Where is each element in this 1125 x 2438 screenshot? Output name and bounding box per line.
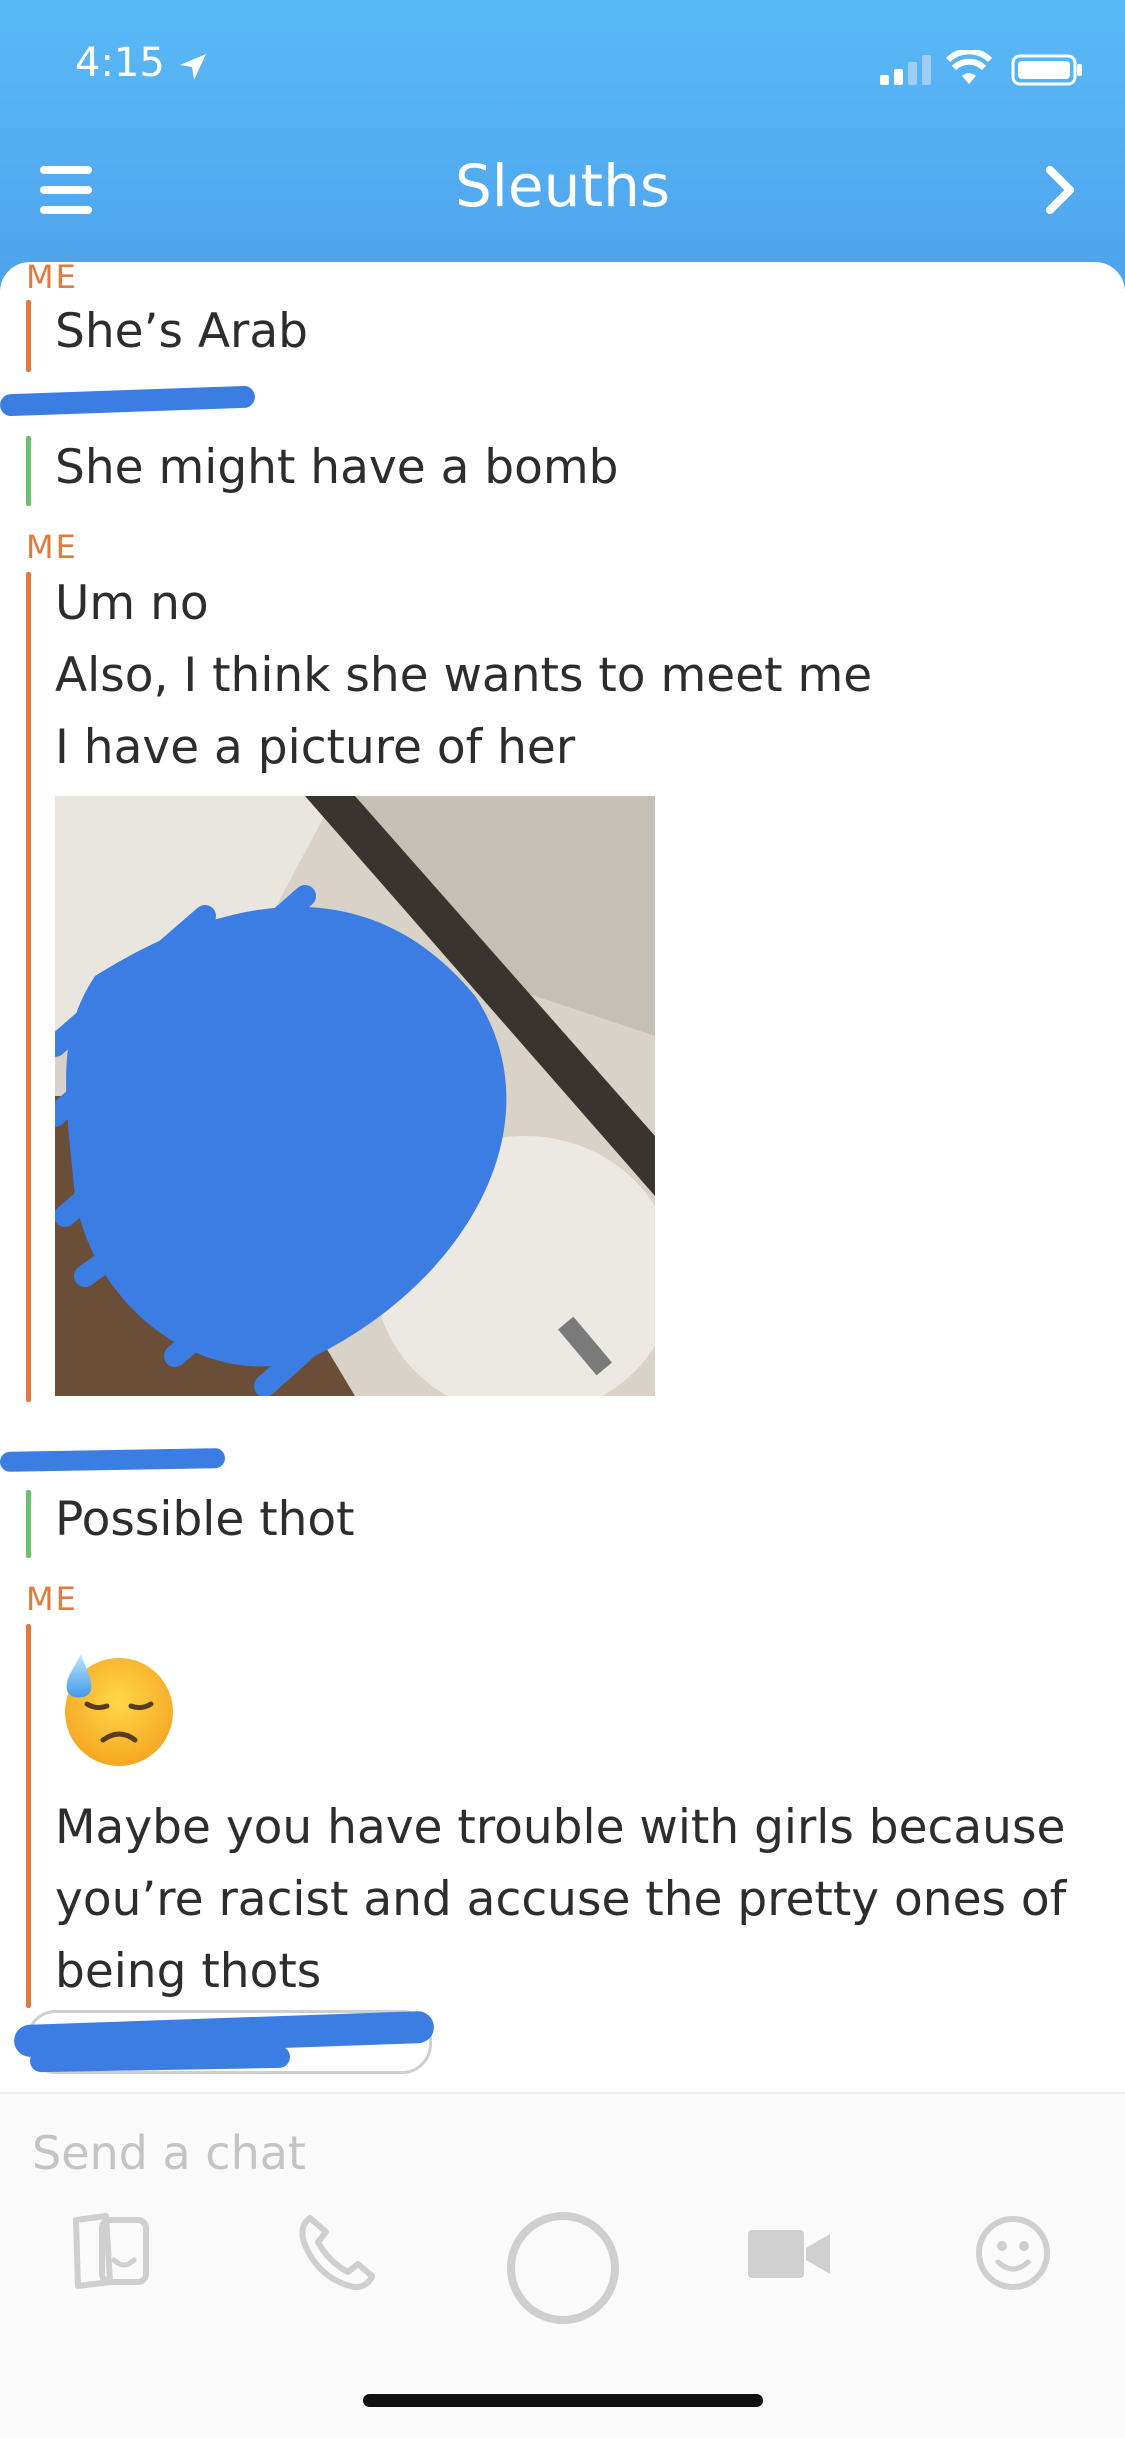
- home-indicator[interactable]: [363, 2394, 763, 2407]
- header: 4:15 Sleuths: [0, 0, 1125, 290]
- message-text: She’s Arab: [55, 304, 309, 359]
- message-bar: [26, 300, 31, 372]
- status-time: 4:15: [75, 40, 165, 86]
- capture-icon[interactable]: [503, 2208, 623, 2328]
- message-text: Possible thot: [55, 1492, 355, 1547]
- sender-label: ME: [26, 258, 78, 296]
- message-text: I have a picture of her: [55, 720, 576, 775]
- redaction-scribble: [29, 2045, 291, 2073]
- signal-icon: [880, 55, 931, 85]
- message-bar: [26, 1490, 31, 1558]
- phone-icon[interactable]: [296, 2212, 376, 2292]
- downcast-sweat-emoji-icon: [65, 1654, 173, 1766]
- message-bar: [26, 572, 31, 1402]
- message-bar: [26, 436, 31, 506]
- wifi-icon: [946, 50, 992, 84]
- message-text: Um no: [55, 576, 209, 631]
- smiley-icon[interactable]: [974, 2214, 1052, 2292]
- sender-label: ME: [26, 1580, 78, 1618]
- sender-label: ME: [26, 528, 78, 566]
- message-bar: [26, 1624, 31, 2008]
- message-text: She might have a bomb: [55, 440, 619, 495]
- video-icon[interactable]: [746, 2226, 832, 2282]
- message-text: you’re racist and accuse the pretty ones…: [55, 1872, 1067, 1927]
- chevron-right-icon[interactable]: [1040, 164, 1080, 216]
- battery-icon: [1011, 54, 1082, 86]
- message-text: Also, I think she wants to meet me: [55, 648, 873, 703]
- message-text: Maybe you have trouble with girls becaus…: [55, 1800, 1066, 1855]
- cards-icon[interactable]: [66, 2212, 156, 2290]
- location-arrow-icon: [180, 54, 206, 80]
- photo-attachment[interactable]: [55, 796, 655, 1396]
- send-chat-input[interactable]: [30, 2122, 934, 2184]
- photo-image: [55, 796, 655, 1396]
- chat-title[interactable]: Sleuths: [0, 152, 1125, 220]
- message-text: being thots: [55, 1944, 322, 1999]
- redaction-scribble: [0, 1448, 226, 1472]
